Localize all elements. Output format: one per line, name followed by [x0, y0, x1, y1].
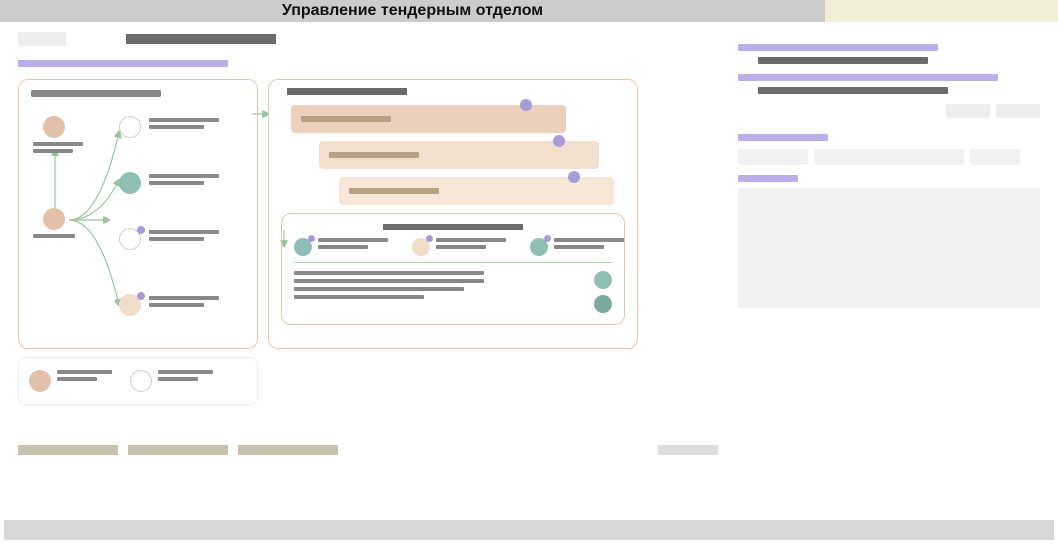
- badge-icon: [568, 171, 580, 183]
- back-button[interactable]: [18, 32, 66, 46]
- graph-node-branch-1[interactable]: [119, 116, 141, 138]
- status-dot-teal-dark: [594, 295, 612, 313]
- page-title: [126, 34, 276, 44]
- badge-icon: [137, 226, 145, 234]
- stages-panel: [268, 79, 638, 349]
- graph-title: [31, 90, 161, 97]
- stage-2[interactable]: [319, 141, 599, 169]
- stage-detail-panel: [281, 213, 625, 325]
- legend-dot-peach: [29, 370, 51, 392]
- detail-item[interactable]: [294, 238, 388, 256]
- field-3[interactable]: [970, 149, 1020, 165]
- section-label: [18, 60, 228, 67]
- notes-textarea[interactable]: [738, 188, 1040, 308]
- graph-node-root-b-label: [33, 234, 75, 241]
- field-2[interactable]: [814, 149, 964, 165]
- info-block: [738, 44, 1040, 94]
- bottom-tabs: [18, 445, 718, 455]
- window-title: Управление тендерным отделом: [0, 0, 825, 22]
- detail-item[interactable]: [412, 238, 506, 256]
- graph-node-branch-1-label: [149, 118, 219, 132]
- legend-dot-white: [130, 370, 152, 392]
- stages-title: [287, 88, 407, 95]
- side-panel: [738, 32, 1040, 455]
- section-label-2: [738, 134, 828, 141]
- tab-1[interactable]: [18, 445, 118, 455]
- title-bar-accent: [825, 0, 1058, 22]
- action-button-2[interactable]: [996, 104, 1040, 118]
- stage-1[interactable]: [291, 105, 566, 133]
- tab-2[interactable]: [128, 445, 228, 455]
- badge-icon: [553, 135, 565, 147]
- field-1[interactable]: [738, 149, 808, 165]
- detail-item[interactable]: [530, 238, 624, 256]
- legend-item: [130, 370, 213, 392]
- status-bar: [4, 520, 1054, 540]
- tab-3[interactable]: [238, 445, 338, 455]
- graph-node-root-b[interactable]: [43, 208, 65, 230]
- graph-node-branch-2[interactable]: [119, 172, 141, 194]
- stage-3[interactable]: [339, 177, 614, 205]
- action-button-1[interactable]: [946, 104, 990, 118]
- section-label-3: [738, 175, 798, 182]
- graph-node-root-a[interactable]: [43, 116, 65, 138]
- graph-node-branch-2-label: [149, 174, 219, 188]
- legend-panel: [18, 357, 258, 405]
- legend-item: [29, 370, 112, 392]
- graph-node-branch-4-label: [149, 296, 219, 310]
- title-bar: Управление тендерным отделом: [0, 0, 1058, 22]
- status-dot-teal: [594, 271, 612, 289]
- divider: [294, 262, 612, 263]
- stage-detail-title: [383, 224, 523, 230]
- tab-action[interactable]: [658, 445, 718, 455]
- graph-node-branch-3-label: [149, 230, 219, 244]
- badge-icon: [137, 292, 145, 300]
- graph-node-root-a-label: [33, 142, 83, 156]
- badge-icon: [520, 99, 532, 111]
- detail-text: [294, 271, 574, 313]
- workflow-graph-panel: [18, 79, 258, 349]
